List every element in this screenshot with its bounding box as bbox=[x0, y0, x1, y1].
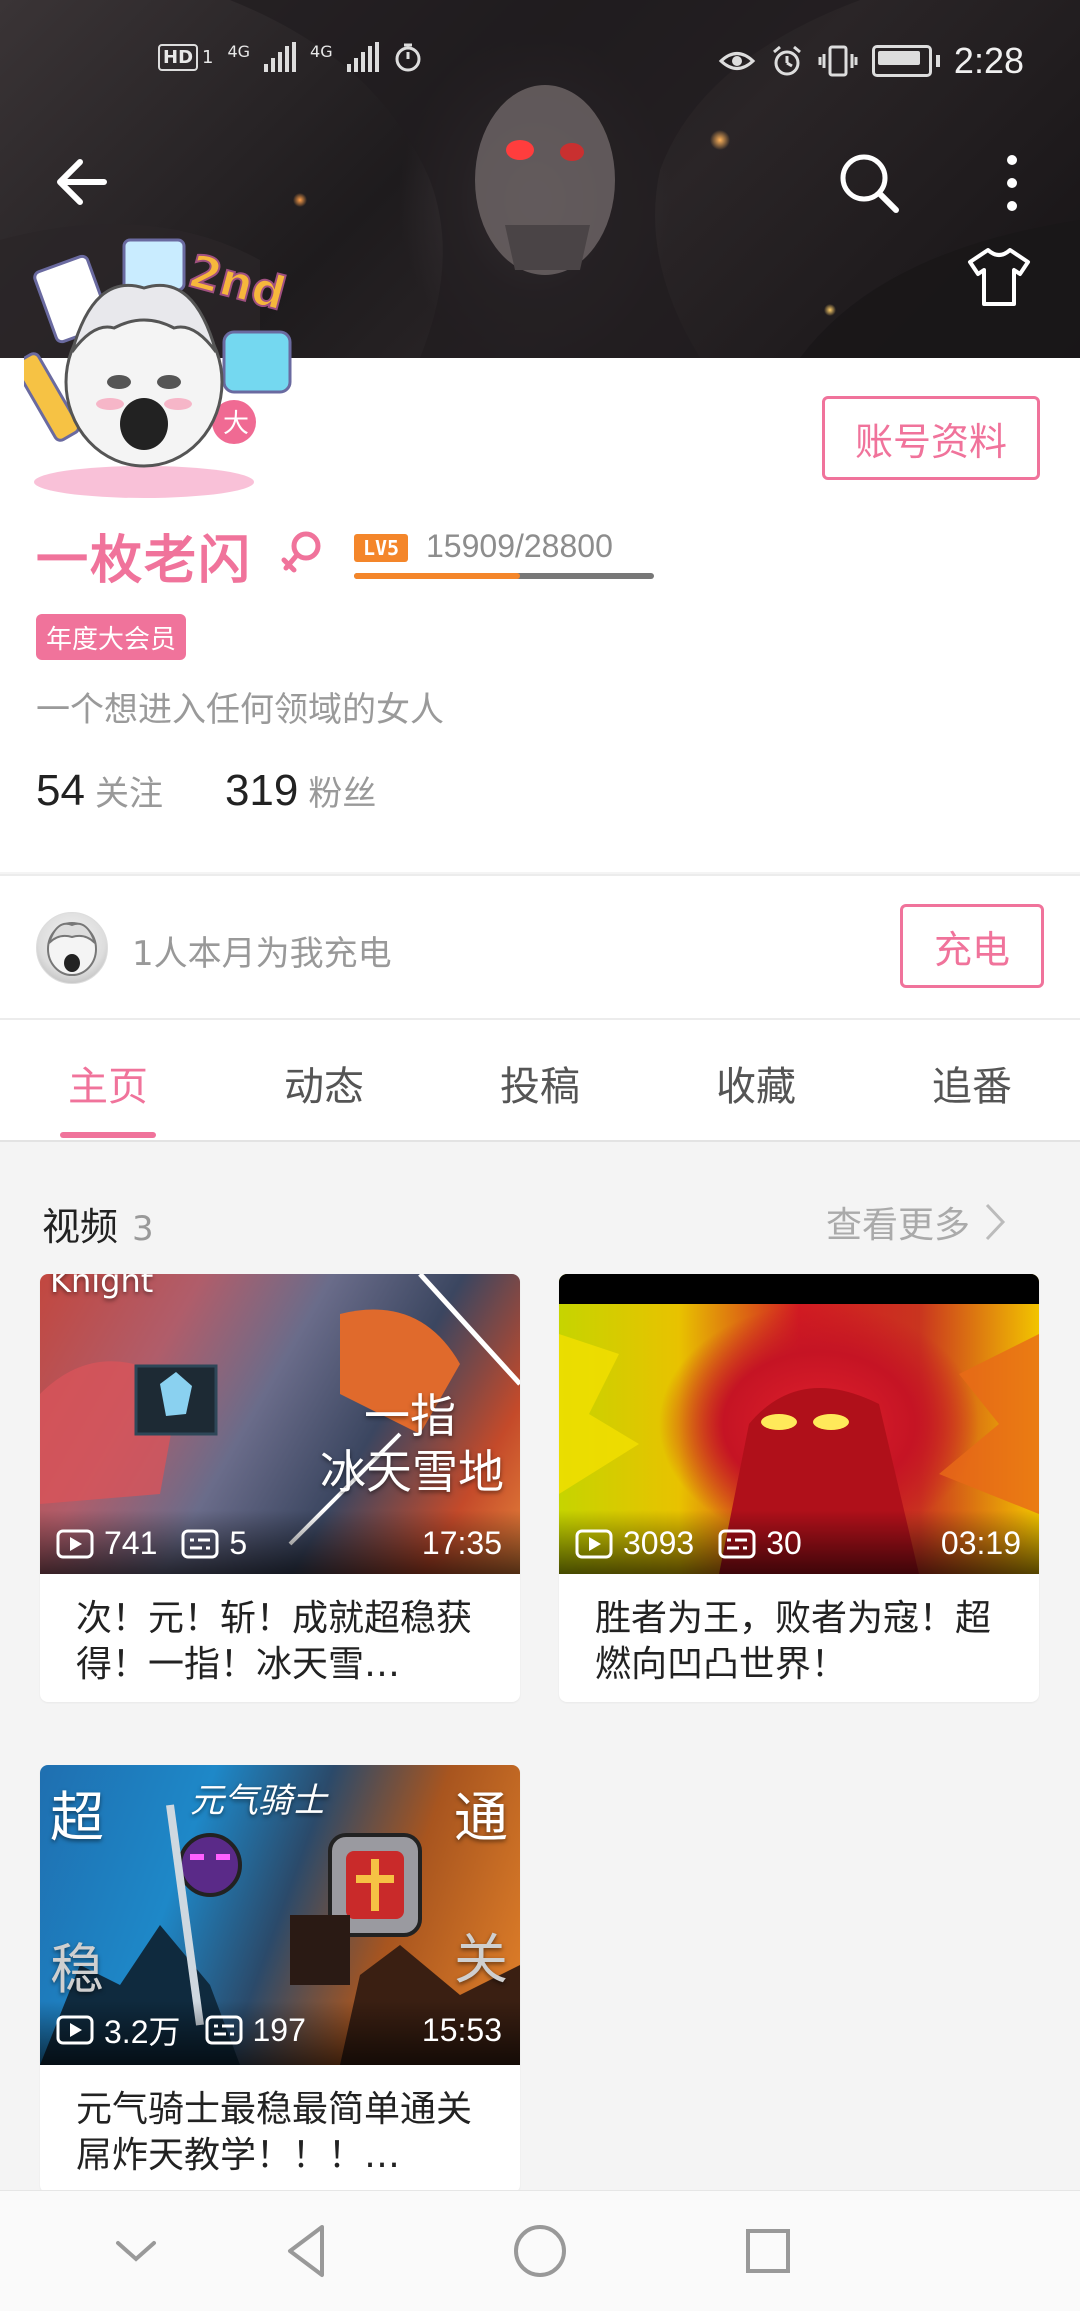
tab-home[interactable]: 主页 bbox=[38, 1054, 178, 1112]
back-triangle-icon[interactable] bbox=[276, 2219, 340, 2283]
thumb-overlay-tl: 超 bbox=[50, 1786, 104, 1849]
alarm-icon bbox=[772, 45, 801, 76]
thumb-overlay-br: 关 bbox=[454, 1928, 508, 1991]
level-exp: 15909/28800 bbox=[426, 528, 613, 564]
vip-badge: 年度大会员 bbox=[36, 614, 187, 660]
tab-bangumi[interactable]: 追番 bbox=[902, 1054, 1042, 1112]
see-more-link[interactable]: 查看更多 bbox=[826, 1196, 1006, 1248]
play-count: 741 bbox=[104, 1525, 158, 1561]
vibrate-icon bbox=[818, 45, 858, 77]
tshirt-skin-icon[interactable] bbox=[966, 246, 1032, 308]
system-nav-bar bbox=[0, 2190, 1080, 2311]
play-count: 3.2万 bbox=[104, 2014, 181, 2050]
thumb-overlay-line2: 冰天雪地 bbox=[320, 1445, 504, 1499]
female-gender-icon bbox=[281, 531, 321, 573]
user-bio: 一个想进入任何领域的女人 bbox=[36, 690, 444, 730]
play-count: 3093 bbox=[623, 1525, 695, 1561]
charge-button[interactable]: 充电 bbox=[900, 904, 1044, 988]
level-progress-fill bbox=[354, 573, 520, 579]
eye-comfort-icon bbox=[718, 52, 756, 70]
profile-tabs: 主页 动态 投稿 收藏 追番 bbox=[0, 1018, 1080, 1142]
following-stat[interactable]: 54 关注 bbox=[36, 766, 163, 816]
video-card[interactable]: 3093 30 03:19 胜者为王，败者为寇！超燃向凹凸世界！ bbox=[559, 1274, 1039, 1702]
video-title: 次！元！斩！成就超稳获得！一指！冰天雪… bbox=[76, 1598, 473, 1685]
see-more-label: 查看更多 bbox=[826, 1205, 971, 1246]
danmaku-count: 197 bbox=[252, 2011, 306, 2048]
charge-row: 1人本月为我充电 充电 bbox=[0, 874, 1080, 1018]
video-card[interactable]: 元气骑士 超 通 稳 关 3.2万 197 15:53 元气骑士最稳最简单通关屌… bbox=[40, 1765, 520, 2193]
charge-text: 1人本月为我充电 bbox=[132, 934, 392, 974]
level-badge: LV5 bbox=[354, 534, 408, 562]
network-type-1: 4G bbox=[227, 42, 251, 61]
user-name: 一枚老闪 bbox=[36, 531, 253, 591]
videos-section-title: 视频 3 bbox=[42, 1196, 154, 1251]
network-type-2: 4G bbox=[310, 42, 333, 61]
hd-icon: HD bbox=[158, 43, 199, 71]
tab-favorites[interactable]: 收藏 bbox=[686, 1054, 826, 1112]
video-title: 元气骑士最稳最简单通关屌炸天教学！！！… bbox=[76, 2089, 473, 2176]
svg-text:大: 大 bbox=[223, 409, 249, 439]
search-icon[interactable] bbox=[836, 150, 902, 216]
thumb-overlay-logo: 元气骑士 bbox=[190, 1781, 326, 1821]
fans-count: 319 bbox=[224, 766, 299, 815]
play-count-icon bbox=[56, 2015, 94, 2045]
account-info-button[interactable]: 账号资料 bbox=[822, 396, 1040, 480]
avatar[interactable]: 2nd 大 bbox=[13, 232, 314, 502]
recents-square-icon[interactable] bbox=[736, 2219, 800, 2283]
video-thumbnail: 元气骑士 超 通 稳 关 3.2万 197 15:53 bbox=[40, 1765, 520, 2065]
videos-count: 3 bbox=[132, 1209, 154, 1249]
video-meta-overlay: 3093 30 03:19 bbox=[559, 1510, 1039, 1574]
video-meta-overlay: 3.2万 197 15:53 bbox=[40, 2001, 520, 2065]
battery-icon bbox=[871, 45, 932, 77]
tab-uploads[interactable]: 投稿 bbox=[470, 1054, 610, 1112]
fans-label: 粉丝 bbox=[308, 774, 377, 814]
following-label: 关注 bbox=[94, 774, 163, 814]
video-duration: 15:53 bbox=[421, 2011, 502, 2048]
signal-icon bbox=[264, 42, 297, 72]
video-title: 胜者为王，败者为寇！超燃向凹凸世界！ bbox=[595, 1598, 992, 1685]
active-tab-indicator bbox=[60, 1132, 156, 1138]
home-circle-icon[interactable] bbox=[508, 2219, 572, 2283]
following-count: 54 bbox=[36, 766, 85, 815]
thumb-overlay-top: Knight bbox=[50, 1274, 154, 1300]
collapse-chevron-icon[interactable] bbox=[104, 2219, 168, 2283]
danmaku-count-icon bbox=[181, 1529, 219, 1558]
timer-icon bbox=[395, 43, 421, 72]
charger-avatar[interactable] bbox=[36, 912, 108, 984]
video-thumbnail: 3093 30 03:19 bbox=[559, 1274, 1039, 1574]
danmaku-count: 5 bbox=[229, 1525, 248, 1561]
sim-label: 1 bbox=[202, 46, 214, 68]
danmaku-count: 30 bbox=[766, 1525, 802, 1561]
back-arrow-icon[interactable] bbox=[52, 150, 116, 214]
tab-activity[interactable]: 动态 bbox=[254, 1054, 394, 1112]
danmaku-count-icon bbox=[205, 2015, 242, 2045]
fans-stat[interactable]: 319 粉丝 bbox=[225, 766, 376, 816]
signal-icon-2 bbox=[346, 42, 379, 72]
status-time: 2:28 bbox=[953, 40, 1024, 81]
video-duration: 03:19 bbox=[940, 1525, 1021, 1561]
status-bar: HD 1 4G 4G 2:28 bbox=[0, 34, 1080, 94]
danmaku-count-icon bbox=[718, 1529, 756, 1558]
video-meta-overlay: 741 5 17:35 bbox=[40, 1510, 520, 1574]
follow-stats: 54 关注 319 粉丝 bbox=[36, 766, 376, 816]
video-duration: 17:35 bbox=[421, 1525, 502, 1561]
videos-title: 视频 bbox=[42, 1205, 119, 1249]
play-count-icon bbox=[56, 1529, 94, 1558]
level-progress-bar bbox=[354, 573, 654, 579]
video-thumbnail: Knight 一指 冰天雪地 741 5 17:35 bbox=[40, 1274, 520, 1574]
play-count-icon bbox=[575, 1529, 613, 1558]
video-card[interactable]: Knight 一指 冰天雪地 741 5 17:35 次！元！斩！成就超稳获得！… bbox=[40, 1274, 520, 1702]
thumb-overlay-tr: 通 bbox=[454, 1786, 508, 1849]
more-vertical-icon[interactable] bbox=[994, 150, 1030, 216]
chevron-right-icon bbox=[985, 1203, 1006, 1241]
thumb-overlay-bl: 稳 bbox=[50, 1938, 104, 2001]
